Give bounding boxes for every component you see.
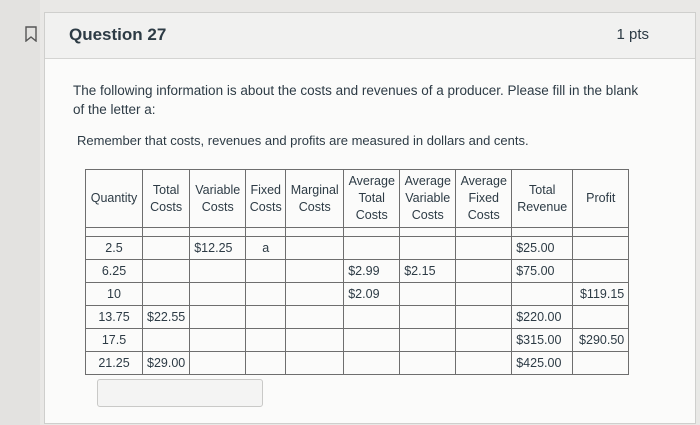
cell-avg-fixed-costs: [455, 351, 513, 375]
cell-avg-fixed-costs: [455, 236, 513, 260]
answer-input[interactable]: [97, 379, 263, 407]
cell-total-revenue: $315.00: [511, 328, 574, 352]
cell-variable-costs: [189, 305, 247, 329]
cell-total-revenue: $75.00: [511, 259, 574, 283]
cell-variable-costs: [189, 259, 247, 283]
cell-quantity: 17.5: [85, 328, 143, 352]
cell-avg-fixed-costs: [455, 328, 513, 352]
cell-avg-variable-costs: $2.15: [399, 259, 457, 283]
cell-profit: [572, 351, 630, 375]
header-avg-fixed-costs: Average Fixed Costs: [455, 169, 513, 228]
cell-fixed-costs: [245, 305, 287, 329]
question-title: Question 27: [69, 25, 167, 44]
cell-variable-costs: [189, 351, 247, 375]
cell-avg-total-costs: [343, 236, 401, 260]
cell-marginal-costs: [285, 305, 345, 329]
header-avg-variable-costs: Average Variable Costs: [399, 169, 457, 228]
cell-marginal-costs: [285, 259, 345, 283]
header-profit: Profit: [572, 169, 630, 228]
cell-avg-fixed-costs: [455, 282, 513, 306]
table-row: 6.25 $2.99 $2.15 $75.00: [85, 259, 630, 283]
cell-total-revenue: $220.00: [511, 305, 574, 329]
cell-avg-variable-costs: [399, 351, 457, 375]
table-row: 2.5 $12.25 a $25.00: [85, 236, 630, 260]
table-spacer-row: [85, 227, 630, 237]
cell-quantity: 6.25: [85, 259, 143, 283]
cell-avg-total-costs: [343, 351, 401, 375]
cell-avg-variable-costs: [399, 328, 457, 352]
question-card: Question 27 1 pts The following informat…: [44, 12, 696, 424]
cell-fixed-costs: [245, 282, 287, 306]
cell-variable-costs: $12.25: [189, 236, 247, 260]
cell-total-costs: $22.55: [141, 305, 191, 329]
cell-profit: [572, 259, 630, 283]
cell-total-revenue: $425.00: [511, 351, 574, 375]
cell-total-costs: [141, 282, 191, 306]
cell-total-costs: [141, 328, 191, 352]
cell-quantity: 2.5: [85, 236, 143, 260]
cell-fixed-costs: [245, 259, 287, 283]
cell-avg-fixed-costs: [455, 305, 513, 329]
cell-quantity: 10: [85, 282, 143, 306]
question-prompt: The following information is about the c…: [73, 83, 639, 117]
cell-variable-costs: [189, 282, 247, 306]
cell-avg-variable-costs: [399, 236, 457, 260]
cell-marginal-costs: [285, 282, 345, 306]
cell-profit: $119.15: [572, 282, 630, 306]
cost-revenue-table: Quantity Total Costs Variable Costs Fixed C…: [85, 169, 630, 375]
cell-avg-variable-costs: [399, 282, 457, 306]
header-fixed-costs: Fixed Costs: [245, 169, 287, 228]
cell-quantity: 13.75: [85, 305, 143, 329]
cell-profit: $290.50: [572, 328, 630, 352]
cell-avg-total-costs: $2.99: [343, 259, 401, 283]
header-marginal-costs: Marginal Costs: [285, 169, 345, 228]
table-row: 13.75 $22.55 $220.00: [85, 305, 630, 329]
bookmark-flag-icon[interactable]: [24, 26, 38, 42]
header-quantity: Quantity: [85, 169, 143, 228]
cell-fixed-costs: a: [245, 236, 287, 260]
cell-fixed-costs: [245, 351, 287, 375]
cell-avg-fixed-costs: [455, 259, 513, 283]
cell-total-costs: $29.00: [141, 351, 191, 375]
cell-profit: [572, 236, 630, 260]
cell-avg-total-costs: [343, 328, 401, 352]
cell-variable-costs: [189, 328, 247, 352]
cell-marginal-costs: [285, 328, 345, 352]
question-header: Question 27 1 pts: [45, 13, 695, 59]
table-row: 10 $2.09 $119.15: [85, 282, 630, 306]
question-points: 1 pts: [616, 26, 649, 43]
cell-total-costs: [141, 236, 191, 260]
left-gutter: [0, 0, 40, 425]
cell-total-costs: [141, 259, 191, 283]
cell-avg-total-costs: $2.09: [343, 282, 401, 306]
cell-total-revenue: $25.00: [511, 236, 574, 260]
table-body: 2.5 $12.25 a $25.00 6.25 $2.99 $2.15 $75.00 10 $2…: [85, 236, 630, 375]
question-reminder: Remember that costs, revenues and profit…: [77, 133, 529, 148]
cell-avg-variable-costs: [399, 305, 457, 329]
header-total-revenue: Total Revenue: [511, 169, 574, 228]
header-variable-costs: Variable Costs: [189, 169, 247, 228]
cell-fixed-costs: [245, 328, 287, 352]
table-row: 17.5 $315.00 $290.50: [85, 328, 630, 352]
cell-total-revenue: [511, 282, 574, 306]
cell-quantity: 21.25: [85, 351, 143, 375]
table-row: 21.25 $29.00 $425.00: [85, 351, 630, 375]
table-header-row: Quantity Total Costs Variable Costs Fixed C…: [85, 169, 630, 228]
header-avg-total-costs: Average Total Costs: [343, 169, 401, 228]
header-total-costs: Total Costs: [141, 169, 191, 228]
cell-marginal-costs: [285, 236, 345, 260]
cell-avg-total-costs: [343, 305, 401, 329]
cell-marginal-costs: [285, 351, 345, 375]
cell-profit: [572, 305, 630, 329]
